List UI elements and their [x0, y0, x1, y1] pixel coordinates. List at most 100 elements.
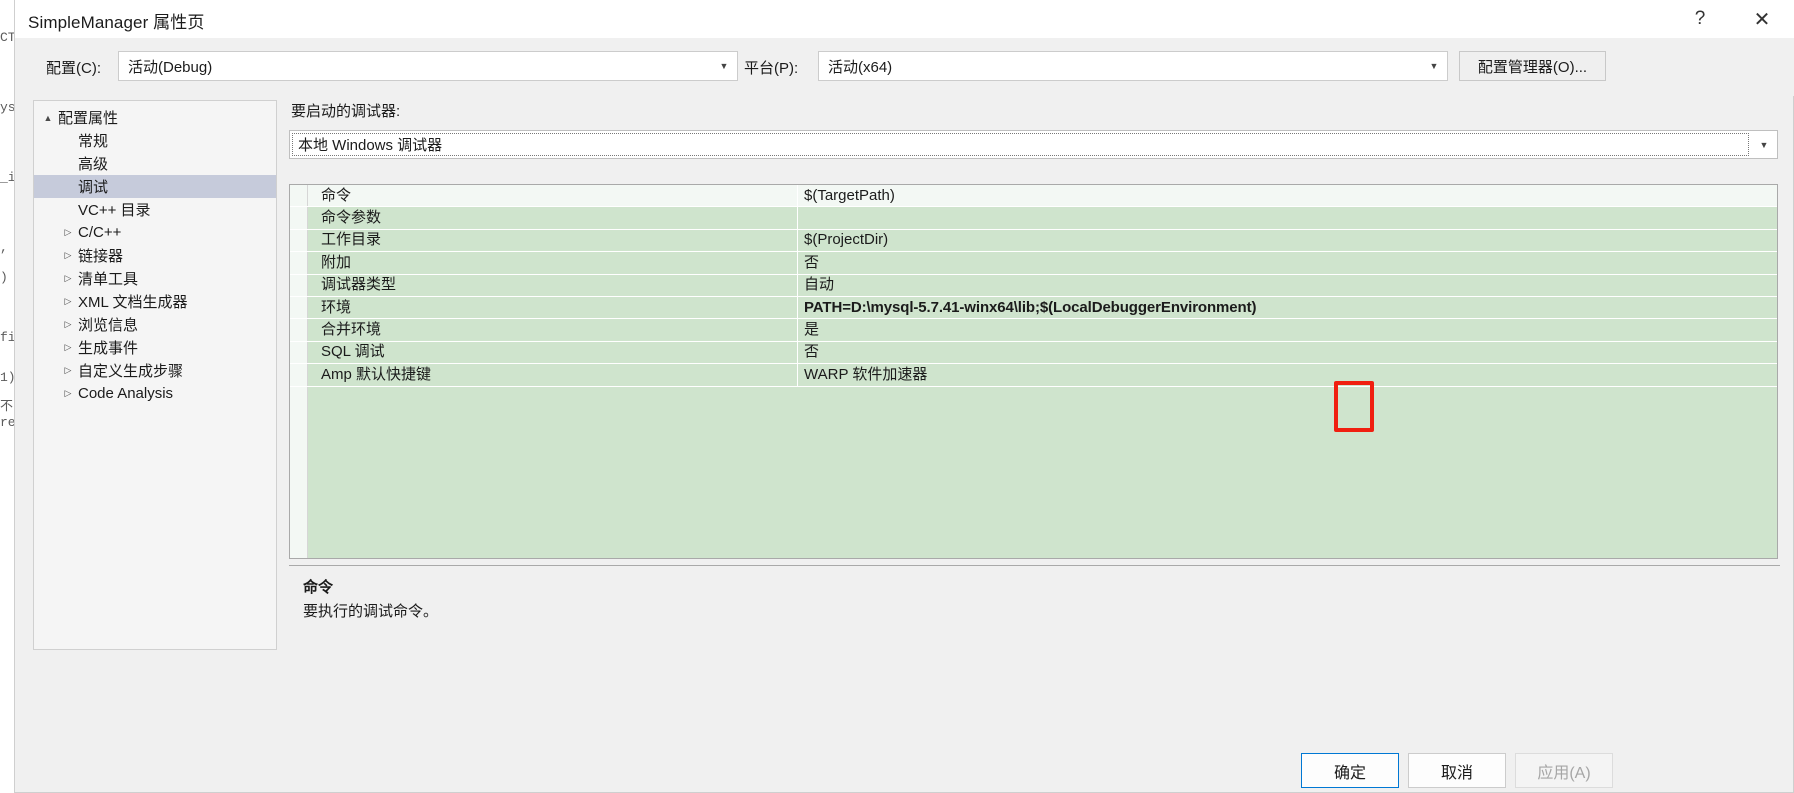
property-grid-rows: 命令 $(TargetPath) 命令参数 工作目录 $(ProjectDir) 附加否调…: [290, 185, 1777, 387]
property-name: 环境: [308, 296, 798, 319]
property-row[interactable]: SQL 调试否: [290, 341, 1777, 365]
property-row-gutter: [290, 341, 308, 364]
cancel-button[interactable]: 取消: [1408, 753, 1506, 788]
tree-item-label: 自定义生成步骤: [78, 363, 184, 380]
tree-item-label: 高级: [78, 156, 109, 173]
property-row[interactable]: 附加否: [290, 251, 1777, 275]
property-row[interactable]: 环境 PATH=D:\mysql-5.7.41-winx64\lib;$(Loca…: [290, 296, 1777, 320]
platform-select[interactable]: 活动(x64) ▼: [818, 51, 1448, 81]
property-value[interactable]: $(TargetPath): [798, 185, 1777, 207]
property-row[interactable]: Amp 默认快捷键 WARP 软件加速器: [290, 363, 1777, 387]
tree-item-label: 生成事件: [78, 340, 139, 357]
expander-collapsed-icon[interactable]: ▷: [58, 250, 78, 261]
expander-collapsed-icon[interactable]: ▷: [58, 388, 78, 399]
description-title: 命令: [303, 579, 334, 596]
platform-label: 平台(P):: [744, 60, 799, 77]
configuration-bar: 配置(C): 活动(Debug) ▼ 平台(P): 活动(x64) ▼ 配置管理…: [15, 38, 1794, 96]
dialog-title: SimpleManager 属性页: [28, 13, 205, 32]
description-panel: 命令 要执行的调试命令。: [289, 565, 1780, 650]
property-value[interactable]: PATH=D:\mysql-5.7.41-winx64\lib;$(LocalD…: [798, 297, 1777, 319]
configuration-label: 配置(C):: [46, 60, 101, 77]
property-row[interactable]: 命令 $(TargetPath): [290, 185, 1777, 208]
expander-expanded-icon[interactable]: ▲: [38, 113, 58, 123]
dialog-titlebar: SimpleManager 属性页 ? ✕: [15, 0, 1794, 38]
tree-item-label: 调试: [78, 179, 109, 196]
property-name: Amp 默认快捷键: [308, 363, 798, 386]
property-value[interactable]: WARP 软件加速器: [798, 364, 1777, 386]
tree-item-label: 清单工具: [78, 271, 139, 288]
tree-item-label: Code Analysis: [78, 385, 174, 402]
tree-item-6[interactable]: ▷ 链接器: [34, 244, 276, 267]
property-name: 合并环境: [308, 319, 798, 342]
code-fragment: ,: [0, 240, 8, 255]
configuration-value: 活动(Debug): [128, 58, 213, 76]
configuration-select[interactable]: 活动(Debug) ▼: [118, 51, 738, 81]
ok-button[interactable]: 确定: [1301, 753, 1399, 788]
property-row[interactable]: 工作目录 $(ProjectDir): [290, 229, 1777, 253]
configuration-tree[interactable]: ▲ 配置属性 常规 高级 调试 VC++ 目录 ▷ C/C++ ▷ 链接器 ▷ 清单工具 ▷ XML 文档…: [33, 100, 277, 650]
tree-item-1[interactable]: 常规: [34, 129, 276, 152]
expander-collapsed-icon[interactable]: ▷: [58, 273, 78, 284]
tree-item-label: 常规: [78, 133, 109, 150]
apply-button[interactable]: 应用(A): [1515, 753, 1613, 788]
tree-item-label: XML 文档生成器: [78, 294, 188, 311]
description-body: 要执行的调试命令。: [303, 603, 439, 620]
expander-collapsed-icon[interactable]: ▷: [58, 227, 78, 238]
property-row-gutter: [290, 207, 308, 229]
property-row[interactable]: 合并环境是: [290, 319, 1777, 342]
tree-item-7[interactable]: ▷ 清单工具: [34, 267, 276, 290]
property-row-gutter: [290, 319, 308, 341]
tree-item-label: 链接器: [78, 248, 124, 265]
tree-item-11[interactable]: ▷ 自定义生成步骤: [34, 359, 276, 382]
expander-collapsed-icon[interactable]: ▷: [58, 365, 78, 376]
expander-collapsed-icon[interactable]: ▷: [58, 319, 78, 330]
close-icon[interactable]: ✕: [1739, 0, 1785, 38]
property-row-gutter: [290, 252, 308, 274]
property-value[interactable]: 否: [798, 252, 1777, 274]
property-name: 工作目录: [308, 229, 798, 252]
tree-item-10[interactable]: ▷ 生成事件: [34, 336, 276, 359]
expander-collapsed-icon[interactable]: ▷: [58, 296, 78, 307]
platform-value: 活动(x64): [828, 58, 893, 76]
tree-item-5[interactable]: ▷ C/C++: [34, 221, 276, 244]
chevron-down-icon: ▼: [1429, 61, 1439, 71]
chevron-down-icon: ▼: [1759, 139, 1769, 150]
tree-item-8[interactable]: ▷ XML 文档生成器: [34, 290, 276, 313]
property-value[interactable]: 是: [798, 319, 1777, 341]
property-name: 命令: [308, 185, 798, 207]
property-row-gutter: [290, 185, 308, 207]
property-name: 命令参数: [308, 207, 798, 230]
tree-item-label: VC++ 目录: [78, 202, 151, 219]
help-icon[interactable]: ?: [1677, 0, 1723, 38]
property-row-gutter: [290, 364, 308, 386]
tree-item-4[interactable]: VC++ 目录: [34, 198, 276, 221]
tree-item-label: 浏览信息: [78, 317, 139, 334]
property-grid-empty-area: [290, 386, 1777, 558]
property-row-gutter: [290, 274, 308, 296]
tree-item-0[interactable]: ▲ 配置属性: [34, 106, 276, 129]
property-name: 调试器类型: [308, 274, 798, 297]
configuration-manager-button[interactable]: 配置管理器(O)...: [1459, 51, 1606, 81]
tree-item-label: C/C++: [78, 224, 122, 241]
property-row-gutter: [290, 296, 308, 319]
tree-item-3[interactable]: 调试: [34, 175, 276, 198]
code-fragment: ): [0, 270, 8, 285]
debugger-to-launch-select[interactable]: 本地 Windows 调试器 ▼: [289, 130, 1778, 159]
property-row[interactable]: 命令参数: [290, 207, 1777, 230]
property-name: 附加: [308, 251, 798, 274]
tree-item-label: 配置属性: [58, 110, 119, 127]
property-value[interactable]: 自动: [798, 274, 1777, 296]
debugger-to-launch-value: 本地 Windows 调试器: [292, 133, 1749, 156]
tree-item-9[interactable]: ▷ 浏览信息: [34, 313, 276, 336]
debugger-to-launch-label: 要启动的调试器:: [291, 103, 401, 120]
property-name: SQL 调试: [308, 341, 798, 364]
property-value[interactable]: $(ProjectDir): [798, 229, 1777, 251]
property-row[interactable]: 调试器类型 自动: [290, 274, 1777, 297]
property-row-gutter: [290, 229, 308, 252]
property-value[interactable]: 否: [798, 341, 1777, 363]
property-grid[interactable]: 命令 $(TargetPath) 命令参数 工作目录 $(ProjectDir) 附加否调…: [289, 184, 1778, 559]
expander-collapsed-icon[interactable]: ▷: [58, 342, 78, 353]
tree-item-2[interactable]: 高级: [34, 152, 276, 175]
property-pages-dialog: SimpleManager 属性页 ? ✕ 配置(C): 活动(Debug) ▼…: [14, 0, 1794, 793]
tree-item-12[interactable]: ▷ Code Analysis: [34, 382, 276, 405]
